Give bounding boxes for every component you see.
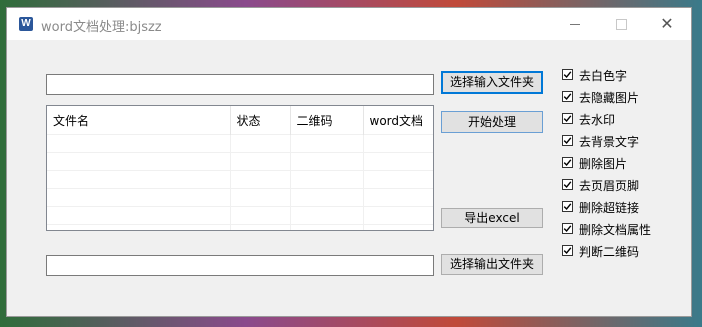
title-bar[interactable]: W word文档处理:bjszz ✕: [7, 8, 691, 40]
checkbox-label[interactable]: 删除超链接: [579, 199, 639, 216]
column-header-qrcode[interactable]: 二维码: [290, 106, 364, 135]
input-folder-field[interactable]: [46, 74, 434, 95]
checkmark-icon: [563, 71, 572, 79]
checkbox-label[interactable]: 判断二维码: [579, 243, 639, 260]
checkbox[interactable]: [562, 113, 573, 124]
word-icon: W: [19, 17, 33, 31]
checkmark-icon: [563, 159, 572, 167]
checkmark-icon: [563, 137, 572, 145]
table-cell: [230, 188, 291, 207]
table-cell: [363, 134, 433, 153]
checkbox[interactable]: [562, 135, 573, 146]
checkbox-label[interactable]: 去页眉页脚: [579, 177, 639, 194]
checkmark-icon: [563, 93, 572, 101]
column-header-filename[interactable]: 文件名: [47, 106, 231, 135]
select-input-folder-button[interactable]: 选择输入文件夹: [441, 71, 543, 94]
table-header-row: 文件名 状态 二维码 word文档: [47, 106, 433, 135]
checkbox[interactable]: [562, 179, 573, 190]
checkbox-label[interactable]: 去背景文字: [579, 133, 639, 150]
table-cell: [230, 152, 291, 171]
table-row[interactable]: [47, 188, 433, 207]
table-cell: [230, 206, 291, 225]
checkbox-label[interactable]: 删除文档属性: [579, 221, 651, 238]
checkbox-label[interactable]: 删除图片: [579, 155, 627, 172]
table-cell: [230, 170, 291, 189]
table-cell: [230, 224, 291, 230]
column-header-word-doc[interactable]: word文档: [363, 106, 433, 135]
table-cell: [290, 206, 364, 225]
table-cell: [363, 152, 433, 171]
minimize-icon: [570, 23, 580, 25]
table-cell: [47, 170, 231, 189]
checkbox-label[interactable]: 去隐藏图片: [579, 89, 639, 106]
table-row[interactable]: [47, 206, 433, 225]
table-cell: [363, 170, 433, 189]
checkmark-icon: [563, 247, 572, 255]
checkbox[interactable]: [562, 245, 573, 256]
checkmark-icon: [563, 115, 572, 123]
table-cell: [290, 152, 364, 171]
checkmark-icon: [563, 225, 572, 233]
start-processing-button[interactable]: 开始处理: [441, 111, 543, 133]
checkbox[interactable]: [562, 201, 573, 212]
output-folder-field[interactable]: [46, 255, 434, 276]
checkmark-icon: [563, 181, 572, 189]
checkbox[interactable]: [562, 69, 573, 80]
maximize-icon: [615, 18, 627, 30]
checkbox-label[interactable]: 去水印: [579, 111, 615, 128]
file-table[interactable]: 文件名 状态 二维码 word文档: [46, 105, 434, 231]
column-header-status[interactable]: 状态: [230, 106, 291, 135]
close-button[interactable]: ✕: [644, 8, 690, 40]
checkbox-label[interactable]: 去白色字: [579, 67, 627, 84]
table-row[interactable]: [47, 152, 433, 171]
table-cell: [363, 206, 433, 225]
select-output-folder-button[interactable]: 选择输出文件夹: [441, 254, 543, 275]
checkmark-icon: [563, 203, 572, 211]
app-window: W word文档处理:bjszz ✕ 选择输入文件夹 文件名 状态 二维码 wo…: [6, 7, 692, 317]
table-cell: [47, 206, 231, 225]
maximize-button[interactable]: [598, 8, 644, 40]
table-cell: [47, 224, 231, 230]
minimize-button[interactable]: [552, 8, 598, 40]
checkbox[interactable]: [562, 91, 573, 102]
checkbox[interactable]: [562, 157, 573, 168]
table-cell: [290, 170, 364, 189]
table-row[interactable]: [47, 170, 433, 189]
table-cell: [363, 188, 433, 207]
table-cell: [290, 188, 364, 207]
export-excel-button[interactable]: 导出excel: [441, 208, 543, 228]
close-icon: ✕: [660, 14, 674, 33]
table-cell: [47, 188, 231, 207]
table-cell: [363, 224, 433, 230]
table-cell: [47, 134, 231, 153]
table-row[interactable]: [47, 224, 433, 230]
table-cell: [290, 134, 364, 153]
table-cell: [230, 134, 291, 153]
table-cell: [47, 152, 231, 171]
table-cell: [290, 224, 364, 230]
table-row[interactable]: [47, 134, 433, 153]
checkbox[interactable]: [562, 223, 573, 234]
window-title: word文档处理:bjszz: [41, 20, 162, 35]
